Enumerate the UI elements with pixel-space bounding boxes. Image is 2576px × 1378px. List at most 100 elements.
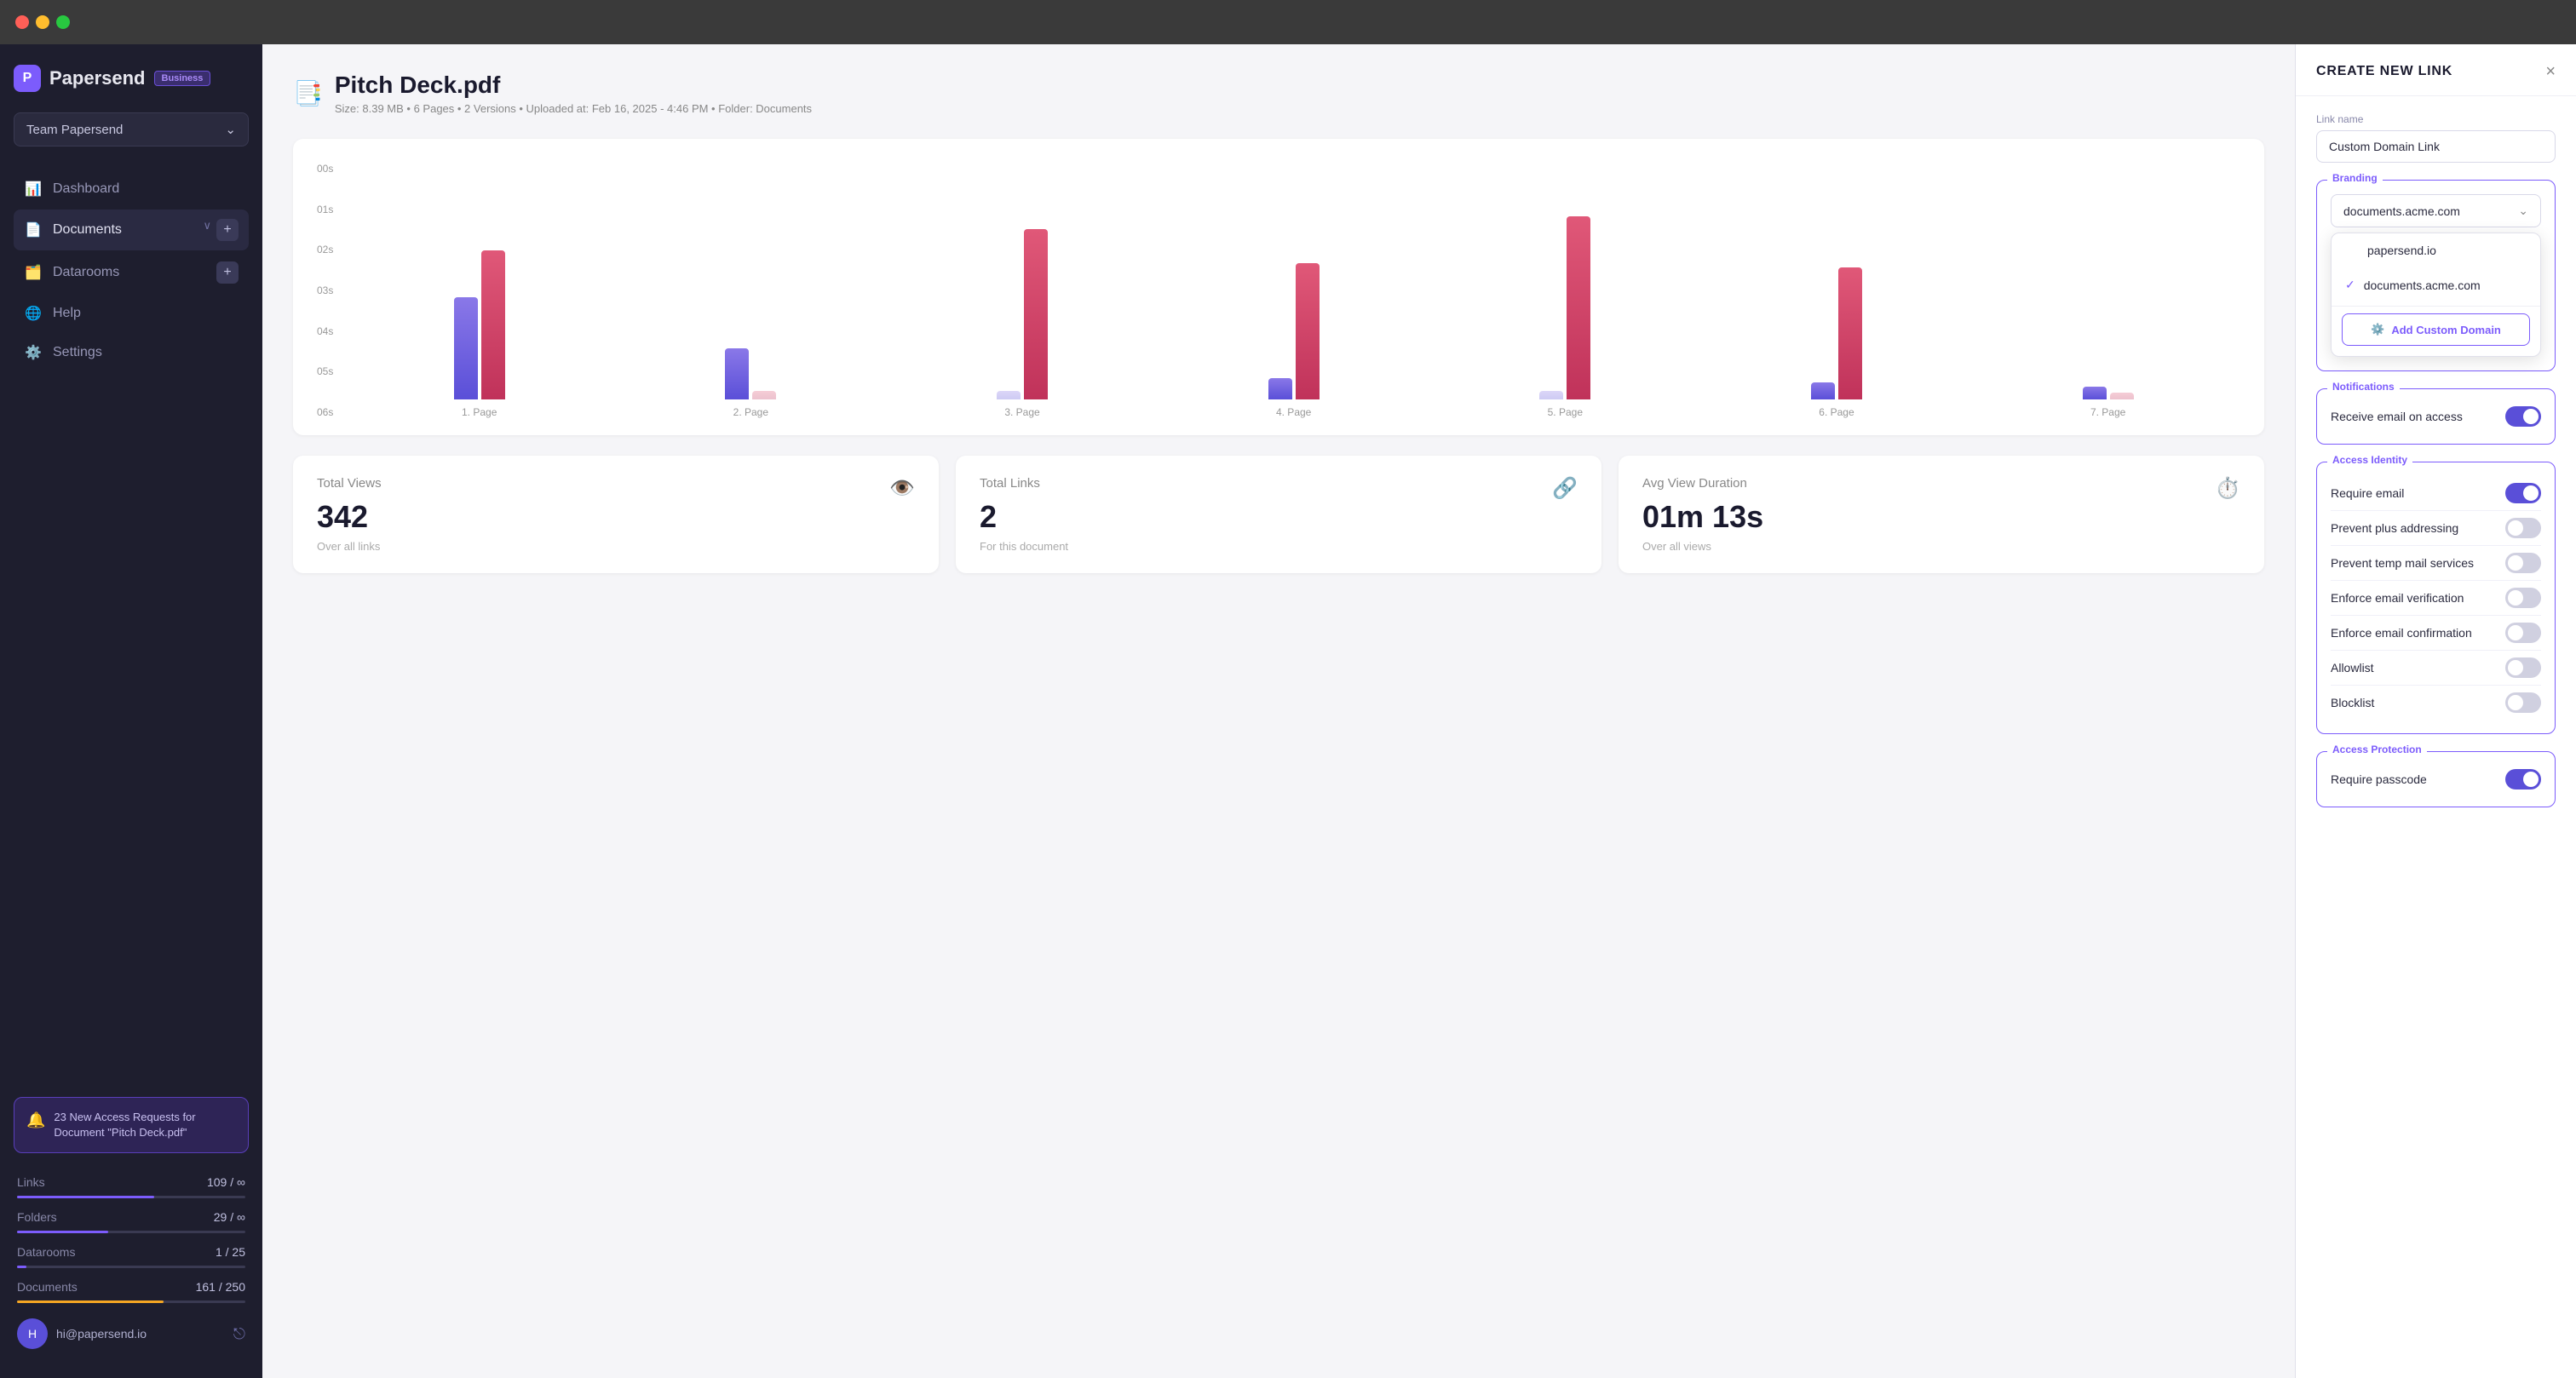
link-name-group: Link name bbox=[2316, 113, 2556, 163]
titlebar bbox=[0, 0, 2576, 44]
page-7-label: 7. Page bbox=[2090, 406, 2125, 418]
total-views-sub: Over all links bbox=[317, 540, 382, 553]
page-1-group: 1. Page bbox=[347, 250, 612, 418]
page-7-group: 7. Page bbox=[1975, 387, 2240, 418]
prevent-temp-toggle[interactable] bbox=[2505, 553, 2541, 573]
logo-text: Papersend bbox=[49, 67, 146, 89]
business-badge: Business bbox=[154, 71, 211, 86]
y-axis: 06s 05s 04s 03s 02s 01s 00s bbox=[317, 163, 333, 418]
page-1-purple-bar bbox=[454, 297, 478, 399]
page-2-group: 2. Page bbox=[618, 348, 883, 418]
dropdown-divider bbox=[2332, 306, 2540, 307]
page-3-red-bar bbox=[1024, 229, 1048, 399]
folders-label: Folders bbox=[17, 1210, 57, 1224]
total-views-value: 342 bbox=[317, 499, 382, 535]
add-custom-domain-button[interactable]: ⚙️ Add Custom Domain bbox=[2342, 313, 2530, 346]
add-document-button[interactable]: + bbox=[216, 219, 239, 241]
page-2-label: 2. Page bbox=[733, 406, 768, 418]
user-row: H hi@papersend.io ⎋ bbox=[14, 1310, 249, 1358]
datarooms-icon: 🗂️ bbox=[24, 263, 43, 282]
links-bar bbox=[17, 1196, 154, 1198]
branding-dropdown-trigger[interactable]: documents.acme.com ⌄ bbox=[2331, 194, 2541, 227]
link-name-input[interactable] bbox=[2316, 130, 2556, 163]
allowlist-toggle[interactable] bbox=[2505, 657, 2541, 678]
sidebar-item-label: Dashboard bbox=[53, 181, 119, 197]
access-requests-notification[interactable]: 🔔 23 New Access Requests for Document "P… bbox=[14, 1097, 249, 1153]
y-label-5: 05s bbox=[317, 365, 333, 377]
doc-header: 📑 Pitch Deck.pdf Size: 8.39 MB • 6 Pages… bbox=[293, 72, 2264, 115]
sidebar-item-help[interactable]: 🌐 Help bbox=[14, 295, 249, 332]
total-views-content: Total Views 342 Over all links bbox=[317, 476, 382, 553]
add-dataroom-button[interactable]: + bbox=[216, 261, 239, 284]
total-links-card: Total Links 2 For this document 🔗 bbox=[956, 456, 1601, 573]
y-label-2: 02s bbox=[317, 244, 333, 256]
close-panel-button[interactable]: × bbox=[2545, 63, 2556, 80]
enforce-confirmation-toggle[interactable] bbox=[2505, 623, 2541, 643]
logo-icon: P bbox=[14, 65, 41, 92]
total-links-content: Total Links 2 For this document bbox=[980, 476, 1068, 553]
prevent-temp-label: Prevent temp mail services bbox=[2331, 556, 2474, 570]
notifications-label: Notifications bbox=[2327, 381, 2400, 393]
branding-option-papersend[interactable]: papersend.io bbox=[2332, 233, 2540, 267]
folders-bar-bg bbox=[17, 1231, 245, 1233]
page-6-purple-bar bbox=[1811, 382, 1835, 399]
branding-option-label: documents.acme.com bbox=[2364, 278, 2481, 292]
stats-section: Links 109 / ∞ Folders 29 / ∞ Datarooms 1… bbox=[14, 1170, 249, 1303]
total-links-label: Total Links bbox=[980, 476, 1068, 491]
datarooms-bar-bg bbox=[17, 1266, 245, 1268]
page-7-red-bar bbox=[2110, 393, 2134, 399]
sidebar-item-datarooms[interactable]: 🗂️ Datarooms + bbox=[14, 252, 249, 293]
doc-title: Pitch Deck.pdf bbox=[335, 72, 812, 99]
require-email-toggle[interactable] bbox=[2505, 483, 2541, 503]
minimize-button[interactable] bbox=[36, 15, 49, 29]
team-selector[interactable]: Team Papersend ⌄ bbox=[14, 112, 249, 146]
total-links-value: 2 bbox=[980, 499, 1068, 535]
enforce-verification-toggle[interactable] bbox=[2505, 588, 2541, 608]
access-identity-label: Access Identity bbox=[2327, 454, 2412, 466]
add-domain-label: Add Custom Domain bbox=[2391, 324, 2501, 336]
page-5-group: 5. Page bbox=[1433, 216, 1698, 418]
sidebar-footer: 🔔 23 New Access Requests for Document "P… bbox=[14, 1097, 249, 1358]
documents-chevron-icon[interactable]: ∨ bbox=[203, 219, 211, 241]
links-bar-bg bbox=[17, 1196, 245, 1198]
sidebar-item-settings[interactable]: ⚙️ Settings bbox=[14, 334, 249, 371]
logout-icon[interactable]: ⎋ bbox=[233, 1325, 245, 1343]
page-6-red-bar bbox=[1838, 267, 1862, 399]
documents-actions: ∨ + bbox=[203, 219, 239, 241]
total-links-sub: For this document bbox=[980, 540, 1068, 553]
page-2-purple-bar bbox=[725, 348, 749, 399]
receive-email-row: Receive email on access bbox=[2331, 403, 2541, 430]
documents-value: 161 / 250 bbox=[196, 1280, 245, 1294]
timer-icon: ⏱️ bbox=[2215, 476, 2240, 501]
avg-view-value: 01m 13s bbox=[1642, 499, 1763, 535]
branding-dropdown-menu: papersend.io ✓ documents.acme.com ⚙️ Add… bbox=[2331, 233, 2541, 357]
prevent-plus-row: Prevent plus addressing bbox=[2331, 511, 2541, 546]
require-passcode-toggle[interactable] bbox=[2505, 769, 2541, 789]
notification-text: 23 New Access Requests for Document "Pit… bbox=[54, 1110, 236, 1140]
sidebar-item-dashboard[interactable]: 📊 Dashboard bbox=[14, 170, 249, 208]
y-label-4: 04s bbox=[317, 325, 333, 337]
total-views-label: Total Views bbox=[317, 476, 382, 491]
dashboard-icon: 📊 bbox=[24, 180, 43, 198]
close-button[interactable] bbox=[15, 15, 29, 29]
receive-email-label: Receive email on access bbox=[2331, 410, 2463, 423]
eye-icon: 👁️ bbox=[889, 476, 915, 501]
sidebar-item-documents[interactable]: 📄 Documents ∨ + bbox=[14, 210, 249, 250]
prevent-plus-toggle[interactable] bbox=[2505, 518, 2541, 538]
prevent-temp-row: Prevent temp mail services bbox=[2331, 546, 2541, 581]
page-7-purple-bar bbox=[2083, 387, 2107, 399]
require-passcode-row: Require passcode bbox=[2331, 766, 2541, 793]
branding-option-acme[interactable]: ✓ documents.acme.com bbox=[2332, 267, 2540, 302]
panel-title: CREATE NEW LINK bbox=[2316, 64, 2452, 79]
page-3-group: 3. Page bbox=[890, 229, 1155, 418]
blocklist-toggle[interactable] bbox=[2505, 692, 2541, 713]
branding-option-label: papersend.io bbox=[2367, 244, 2436, 257]
receive-email-toggle[interactable] bbox=[2505, 406, 2541, 427]
add-domain-icon: ⚙️ bbox=[2371, 323, 2384, 336]
avg-view-content: Avg View Duration 01m 13s Over all views bbox=[1642, 476, 1763, 553]
page-4-purple-bar bbox=[1268, 378, 1292, 399]
links-stat: Links 109 / ∞ bbox=[14, 1170, 249, 1194]
page-5-purple-bar bbox=[1539, 391, 1563, 399]
maximize-button[interactable] bbox=[56, 15, 70, 29]
chart-container: 06s 05s 04s 03s 02s 01s 00s 1. Page bbox=[293, 139, 2264, 435]
